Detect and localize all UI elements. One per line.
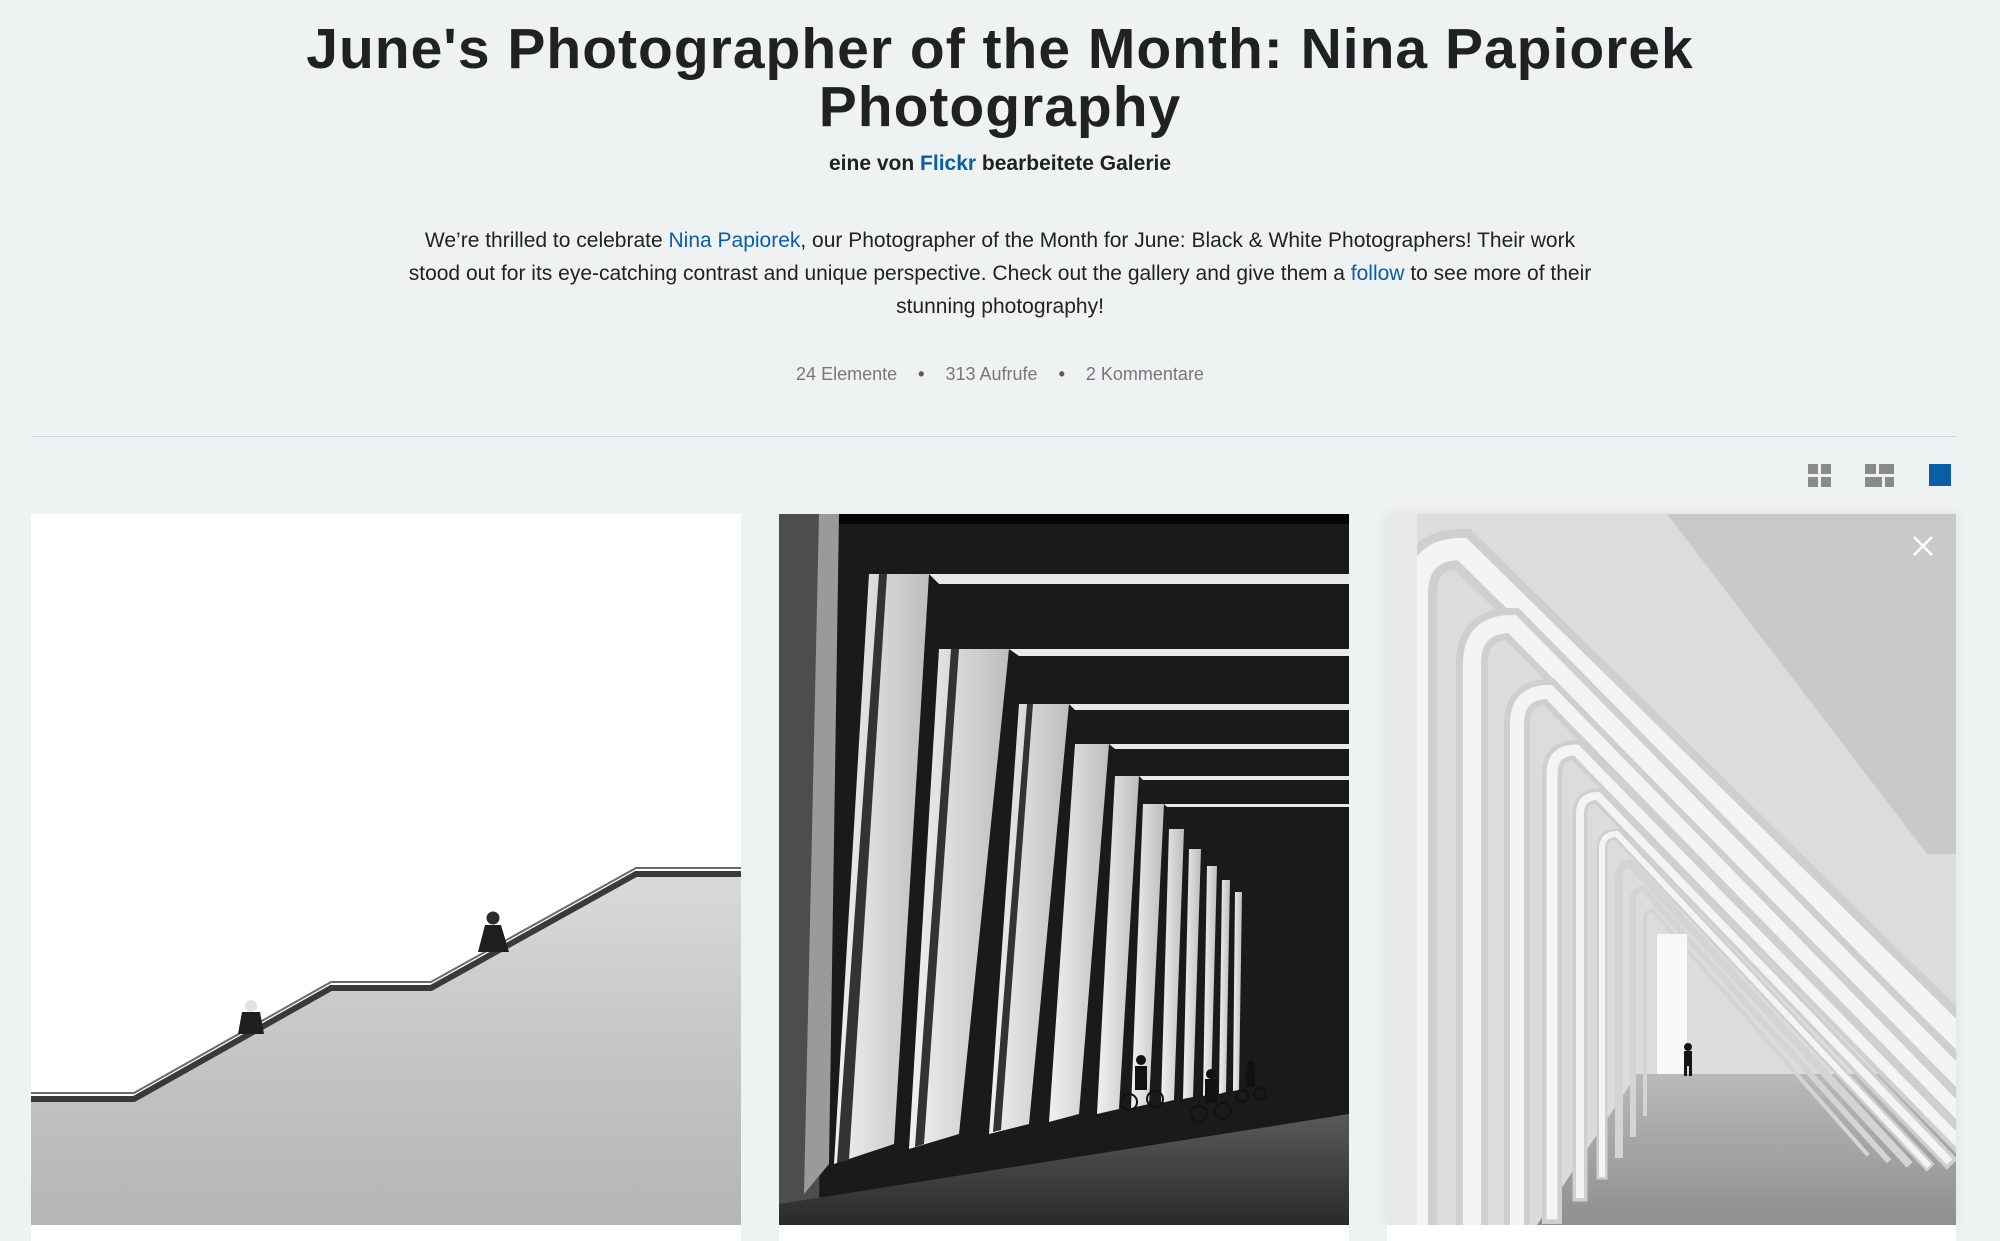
close-x-glyph xyxy=(1913,536,1933,556)
curated-suffix: bearbeitete Galerie xyxy=(981,152,1171,175)
header-divider xyxy=(31,436,1956,437)
comments-count[interactable]: 2 Kommentare xyxy=(1086,364,1204,384)
stats-separator: • xyxy=(1058,364,1065,384)
curated-prefix: eine von xyxy=(828,152,915,175)
follow-link[interactable]: follow xyxy=(1351,262,1405,285)
stats-separator: • xyxy=(918,364,925,384)
curated-by-line: eine von Flickr bearbeitete Galerie xyxy=(0,152,2000,176)
colonnade-photo-image xyxy=(779,514,1349,1225)
gallery-photo-staircase[interactable] xyxy=(31,514,741,1225)
staircase-photo-image xyxy=(31,514,741,1225)
gallery-stats: 24 Elemente • 313 Aufrufe • 2 Kommentare xyxy=(0,364,2000,385)
gallery-photo-corridor[interactable] xyxy=(1387,514,1956,1225)
photo-card-footer xyxy=(1387,1225,1956,1241)
mixed-grid-view-button[interactable] xyxy=(1865,463,1895,489)
gallery-photo-colonnade[interactable] xyxy=(779,514,1349,1225)
mixed-grid-icon xyxy=(1865,464,1894,487)
photo-card-footer xyxy=(31,1225,741,1241)
views-count: 313 Aufrufe xyxy=(945,364,1038,384)
description-text-1: We’re thrilled to celebrate xyxy=(424,229,669,252)
items-count: 24 Elemente xyxy=(796,364,898,384)
close-icon[interactable] xyxy=(1910,533,1936,559)
corridor-photo-image xyxy=(1387,514,1956,1225)
small-grid-view-button[interactable] xyxy=(1808,463,1832,489)
photo-card-footer xyxy=(779,1225,1349,1241)
photographer-link[interactable]: Nina Papiorek xyxy=(668,229,800,252)
large-square-icon xyxy=(1929,464,1951,486)
small-grid-icon xyxy=(1808,464,1831,487)
gallery-description: We’re thrilled to celebrate Nina Papiore… xyxy=(400,224,1600,323)
gallery-title: June's Photographer of the Month: Nina P… xyxy=(306,17,1694,139)
flickr-link[interactable]: Flickr xyxy=(920,152,976,175)
large-view-button[interactable] xyxy=(1929,463,1951,489)
